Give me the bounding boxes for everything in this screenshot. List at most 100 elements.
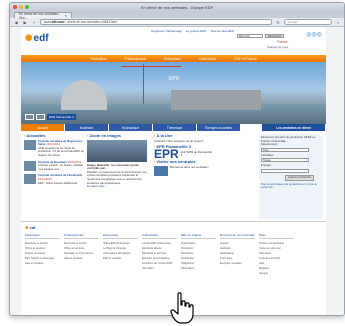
- news-item[interactable]: Centrale de Bouchain 19/11/2012 Chantier …: [24, 160, 84, 172]
- visit-block[interactable]: Bienvenue dans nos centrales !: [154, 165, 214, 176]
- tab-energies-nouvelles[interactable]: Énergies nouvelles: [197, 124, 241, 131]
- hero-title: EPR: [169, 76, 180, 82]
- actualites-title: Actualités: [26, 133, 46, 138]
- url-path: /...direct-de-nos-centrales-44483.html: [63, 20, 117, 24]
- footer-column-header[interactable]: Pays: [259, 233, 294, 239]
- hero-thumb-link[interactable]: EPR Flamanville 3: [47, 114, 76, 120]
- footer-link[interactable]: Partenaires: [181, 266, 216, 271]
- zoom-title: Zoom en images: [89, 133, 122, 138]
- footer-link[interactable]: Hongrie: [259, 271, 294, 276]
- main-content: › Actualités Centrale nucléaire de Nogen…: [21, 131, 326, 219]
- tab-bar: En direct de nos centrales - Gro... ✕: [10, 11, 344, 20]
- edf-site: ✺ edf Urgences / Dépannage Le groupe EDF…: [21, 27, 326, 315]
- forward-icon[interactable]: ▶: [22, 19, 28, 25]
- epr-block[interactable]: EPR Voir l'EPR de Flamanville 3: [154, 148, 214, 159]
- tab-accueil[interactable]: Accueil: [21, 124, 65, 131]
- top-link[interactable]: Urgences / Dépannage: [151, 29, 182, 33]
- edf-logo[interactable]: ✺ edf: [25, 33, 49, 44]
- home-icon[interactable]: ⌂: [335, 19, 341, 25]
- olympic-rings-icon: ◎◎◎: [306, 32, 322, 38]
- news-text: Arrêt programmé de l'unité de production…: [38, 145, 84, 157]
- footer-logo: edf: [29, 225, 36, 230]
- hero-banner: EPR EPR Flamanville 3: [21, 62, 326, 124]
- address-bar[interactable]: www. edf.com/...direct-de-nos-centrales-4…: [40, 19, 272, 25]
- tab-centrales-direct[interactable]: Les centrales en direct: [262, 124, 326, 131]
- footer-column-header[interactable]: En direct de nos centrales: [220, 233, 255, 239]
- sub-tabs: Accueil Nucléaire Hydraulique Thermique …: [21, 124, 326, 131]
- actualites-heading: › Actualités: [24, 134, 84, 138]
- edf-logo-text: edf: [33, 33, 49, 44]
- energie-label: Énergie :: [261, 163, 273, 168]
- footer-column-header[interactable]: EDF en France: [181, 233, 216, 239]
- hero-thumbnails: EPR Flamanville 3: [25, 114, 76, 120]
- energie-select[interactable]: [261, 168, 309, 173]
- hero-crane: [143, 64, 144, 104]
- footer-column: Entreprises Offres EDF Entreprises Le Bl…: [103, 233, 138, 276]
- hand-pointer-icon: [170, 292, 194, 324]
- keyword-input[interactable]: Mots clés: [237, 34, 263, 38]
- news-thumbnail: [24, 139, 36, 150]
- news-text-wrap: Centrale nucléaire de Nogent-sur-Seine 1…: [38, 139, 84, 158]
- title-bar: En direct de nos centrales - Groupe EDF: [10, 3, 344, 11]
- zoom-more-link[interactable]: En savoir plus: [87, 184, 105, 188]
- news-item[interactable]: Centrale nucléaire de Nogent-sur-Seine 1…: [24, 139, 84, 158]
- footer-link[interactable]: EDF et contacts: [103, 256, 138, 261]
- footer-link[interactable]: Aide et contacts: [64, 256, 99, 261]
- browser-tab[interactable]: En direct de nos centrales - Gro... ✕: [14, 12, 72, 20]
- zoom-text: Planifiez et respectueux de l'environnem…: [87, 169, 147, 185]
- nav-item[interactable]: Particuliers: [90, 57, 106, 61]
- corse-link[interactable]: Parc et techniques de production en Cors…: [261, 182, 321, 190]
- footer-link[interactable]: Énergies nouvelles: [220, 261, 255, 266]
- change-country-link[interactable]: Changer de pays: [267, 45, 288, 49]
- top-link[interactable]: Tout les sites EDF: [210, 29, 234, 33]
- back-icon[interactable]: ◀: [13, 19, 19, 25]
- hero-building: [171, 90, 261, 110]
- google-search-input[interactable]: Google: [284, 19, 332, 25]
- centrales-select[interactable]: Toutes: [261, 158, 309, 163]
- reload-icon[interactable]: ↻: [275, 19, 281, 25]
- footer-column-header[interactable]: Collectivités: [142, 233, 177, 239]
- tab-nucleaire[interactable]: Nucléaire: [65, 124, 109, 131]
- news-text-wrap: Centrale nucléaire de Flamanville 19/11/…: [38, 174, 84, 185]
- tab-thermique[interactable]: Thermique: [153, 124, 197, 131]
- footer-column-header[interactable]: Particuliers: [25, 233, 60, 239]
- site-header: ✺ edf Urgences / Dépannage Le groupe EDF…: [21, 27, 326, 55]
- footer-link[interactable]: Aide et contacts: [25, 261, 60, 266]
- footer-column-header[interactable]: Professionnels: [64, 233, 99, 239]
- hero-thumbnail[interactable]: [25, 114, 34, 120]
- search-button[interactable]: Rechercher: [265, 34, 285, 38]
- top-link[interactable]: Le groupe EDF: [186, 29, 206, 33]
- hero-crane-arm: [121, 66, 181, 67]
- launch-search-button[interactable]: Lancer la recherche: [285, 174, 314, 181]
- visit-heading: › Visiter nos centrales: [154, 158, 214, 164]
- alaune-title: À la Une: [156, 133, 173, 138]
- dept-select[interactable]: Tous: [261, 147, 309, 152]
- footer-link[interactable]: Nos offres: [142, 266, 177, 271]
- visit-title: Visiter nos centrales: [156, 158, 196, 164]
- nav-item[interactable]: EDF en France: [234, 57, 256, 61]
- tab-close-icon[interactable]: ✕: [64, 14, 67, 18]
- alaune-column: › À la Une Collection "Nos énergies ont …: [154, 134, 214, 219]
- url-prefix: www.: [44, 20, 52, 24]
- edf-logo-icon: ✺: [25, 33, 33, 43]
- footer-column: Pays France métropolitaine Corse et outr…: [259, 233, 294, 276]
- dept-label: Département :: [261, 142, 279, 147]
- epr-text: Voir l'EPR de Flamanville 3: [180, 149, 212, 158]
- news-text: EDF : Soins travaux additionnel: [38, 180, 78, 185]
- hero-thumbnail[interactable]: [36, 114, 45, 120]
- zoom-column: › Zoom en images Bugey, Belleville : les…: [87, 134, 151, 219]
- footer-logo-icon: ✺: [25, 225, 29, 230]
- zoom-image[interactable]: [87, 139, 147, 162]
- main-nav: Particuliers Professionnels Entreprises …: [21, 55, 326, 62]
- zoom-heading: › Zoom en images: [87, 134, 151, 138]
- news-item[interactable]: Centrale nucléaire de Flamanville 19/11/…: [24, 174, 84, 185]
- centrales-panel: Découvrez les sites de production d'EDF …: [259, 134, 323, 219]
- nav-item[interactable]: Collectivités: [199, 57, 217, 61]
- nav-item[interactable]: Entreprises: [164, 57, 181, 61]
- news-thumbnail: [24, 174, 36, 185]
- footer-column-header[interactable]: Entreprises: [103, 233, 138, 239]
- tab-hydraulique[interactable]: Hydraulique: [109, 124, 153, 131]
- nav-item[interactable]: Professionnels: [125, 57, 147, 61]
- alaune-item[interactable]: Collection "Nos énergies ont de l'avenir…: [154, 139, 214, 144]
- add-icon[interactable]: +: [31, 19, 37, 25]
